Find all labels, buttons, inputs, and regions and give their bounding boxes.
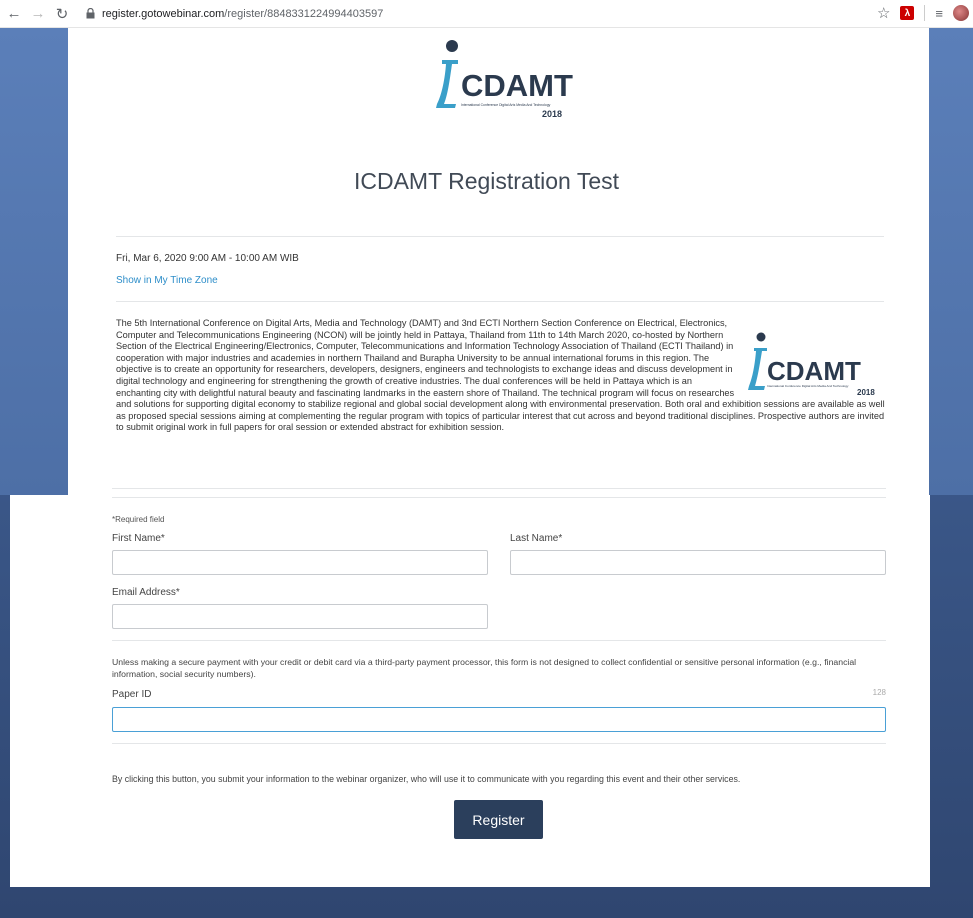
logo-tagline: International Conference Digital Arts Me… bbox=[461, 103, 551, 107]
paper-id-field[interactable] bbox=[112, 707, 886, 732]
show-in-my-time-zone-link[interactable]: Show in My Time Zone bbox=[116, 275, 218, 286]
divider bbox=[112, 743, 886, 744]
first-name-field[interactable] bbox=[112, 550, 488, 575]
back-arrow-icon[interactable]: ← bbox=[4, 4, 24, 24]
last-name-field[interactable] bbox=[510, 550, 886, 575]
forward-arrow-icon[interactable]: → bbox=[28, 4, 48, 24]
logo-tagline: International Conference Digital Arts Me… bbox=[767, 384, 849, 388]
profile-avatar-icon[interactable] bbox=[953, 5, 969, 21]
url-host: register.gotowebinar.com bbox=[102, 7, 225, 20]
divider bbox=[112, 497, 886, 498]
email-field[interactable] bbox=[112, 604, 488, 629]
reload-icon[interactable]: ↻ bbox=[52, 4, 72, 24]
icdamt-logo-small: CDAMT International Conference Digital A… bbox=[748, 332, 875, 397]
divider bbox=[116, 301, 884, 302]
url-path: /register/8848331224994403597 bbox=[224, 7, 384, 20]
divider bbox=[112, 488, 886, 489]
register-button[interactable]: Register bbox=[454, 800, 543, 839]
required-field-note: *Required field bbox=[112, 515, 165, 524]
divider bbox=[116, 236, 884, 237]
logo-text: CDAMT bbox=[461, 68, 573, 103]
paper-id-label: Paper ID bbox=[112, 689, 152, 700]
logo-year: 2018 bbox=[857, 388, 875, 397]
icdamt-logo: CDAMT International Conference Digital A… bbox=[436, 40, 573, 119]
toolbar-divider bbox=[924, 5, 926, 21]
bookmark-star-icon[interactable]: ☆ bbox=[877, 4, 890, 22]
reading-list-icon[interactable]: ≡ bbox=[935, 6, 943, 21]
logo-year: 2018 bbox=[542, 109, 562, 119]
email-label: Email Address* bbox=[112, 587, 180, 598]
logo-text: CDAMT bbox=[767, 356, 861, 386]
lock-icon bbox=[84, 7, 96, 21]
pdf-extension-icon[interactable]: λ bbox=[900, 6, 915, 20]
paper-id-char-counter: 128 bbox=[872, 688, 886, 697]
page-title: ICDAMT Registration Test bbox=[353, 168, 620, 194]
event-datetime: Fri, Mar 6, 2020 9:00 AM - 10:00 AM WIB bbox=[116, 253, 299, 264]
first-name-label: First Name* bbox=[112, 533, 165, 544]
browser-toolbar: ← → ↻ register.gotowebinar.com/register/… bbox=[0, 0, 973, 28]
divider bbox=[112, 640, 886, 641]
event-description: CDAMT International Conference Digital A… bbox=[116, 318, 888, 434]
last-name-label: Last Name* bbox=[510, 533, 563, 544]
consent-text: By clicking this button, you submit your… bbox=[112, 774, 741, 784]
address-bar[interactable]: register.gotowebinar.com/register/884833… bbox=[102, 8, 383, 20]
privacy-notice: Unless making a secure payment with your… bbox=[112, 657, 857, 679]
